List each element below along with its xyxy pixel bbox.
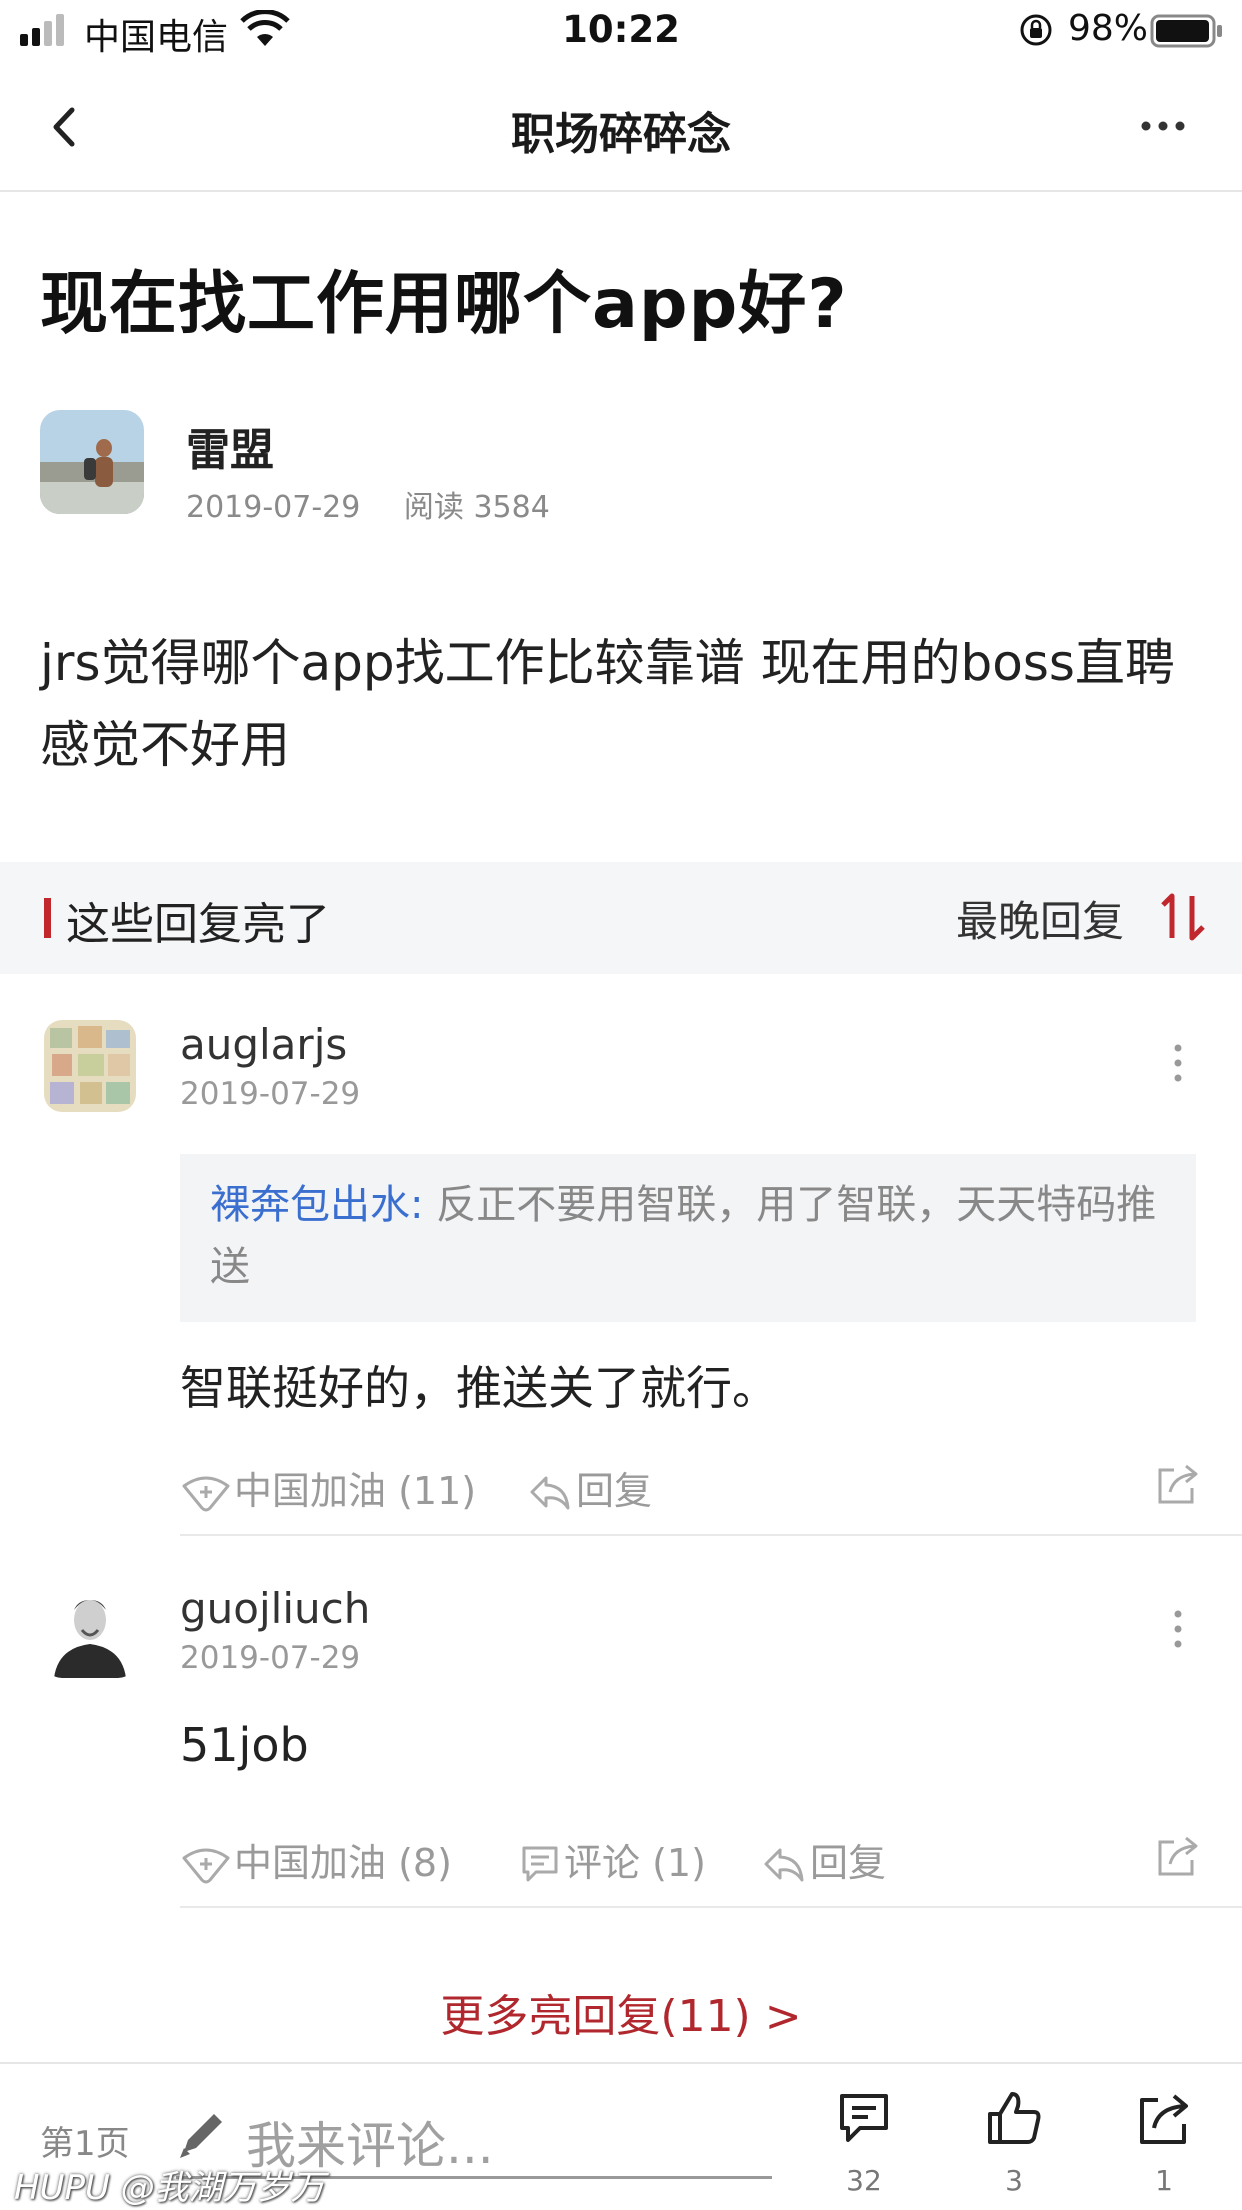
divider <box>180 1534 1242 1536</box>
likes-count: 3 <box>1005 2164 1023 2197</box>
light-icon <box>182 1476 230 1512</box>
comments-count: 32 <box>846 2164 882 2197</box>
share-icon[interactable] <box>1154 1460 1202 1508</box>
reply-text: 智联挺好的，推送关了就行。 <box>180 1361 778 1415</box>
light-button[interactable]: 中国加油 (8) <box>182 1832 452 1887</box>
comment-icon <box>522 1846 558 1882</box>
reply-username[interactable]: auglarjs <box>180 1020 347 1069</box>
author-avatar[interactable] <box>40 410 144 514</box>
orientation-lock-icon <box>1020 14 1052 46</box>
nav-bar: 职场碎碎念 <box>0 64 1242 192</box>
light-button[interactable]: 中国加油 (11) <box>182 1460 476 1515</box>
quoted-username[interactable]: 裸奔包出水: <box>210 1182 423 1228</box>
shares-count: 1 <box>1155 2164 1173 2197</box>
author-name[interactable]: 雷盟 <box>186 414 274 478</box>
battery-percent: 98% <box>1068 8 1149 49</box>
sort-icon[interactable] <box>1158 890 1208 944</box>
reply-avatar[interactable] <box>44 1586 136 1678</box>
page-title: 职场碎碎念 <box>511 109 731 160</box>
comment-count: 评论 (1) <box>564 1841 706 1885</box>
highlight-replies-header: 这些回复亮了 最晚回复 <box>0 862 1242 974</box>
read-count: 阅读 3584 <box>403 490 550 525</box>
post-title: 现在找工作用哪个app好? <box>40 265 848 344</box>
section-marker <box>44 898 51 938</box>
watermark: HUPU @我湖万岁万 <box>14 2168 325 2208</box>
reply-username[interactable]: guojliuch <box>180 1584 370 1633</box>
post-meta: 2019-07-29 阅读 3584 <box>186 482 584 526</box>
reply-label: 回复 <box>576 1469 653 1513</box>
comments-icon[interactable] <box>834 2088 894 2148</box>
reply-avatar[interactable] <box>44 1020 136 1112</box>
reply-more-icon[interactable] <box>1168 1040 1188 1086</box>
light-icon <box>182 1848 230 1884</box>
section-label: 这些回复亮了 <box>66 899 330 950</box>
reply-label: 回复 <box>810 1841 887 1885</box>
light-count: 中国加油 (11) <box>234 1469 477 1513</box>
divider <box>180 1906 1242 1908</box>
share-icon[interactable] <box>1134 2088 1194 2148</box>
reply-icon <box>764 1848 804 1882</box>
more-replies-link[interactable]: 更多亮回复(11) > <box>0 1980 1242 2044</box>
sort-button[interactable]: 最晚回复 <box>956 888 1124 949</box>
comment-button[interactable]: 评论 (1) <box>520 1832 706 1887</box>
share-icon[interactable] <box>1154 1832 1202 1880</box>
pencil-icon <box>180 2114 222 2158</box>
page-indicator[interactable]: 第1页 <box>40 2116 130 2165</box>
post-date: 2019-07-29 <box>186 490 361 525</box>
like-icon[interactable] <box>984 2088 1044 2148</box>
reply-text: 51job <box>180 1718 309 1772</box>
status-bar: 中国电信 10:22 98% <box>0 0 1242 64</box>
reply-more-icon[interactable] <box>1168 1606 1188 1652</box>
post-body: jrs觉得哪个app找工作比较靠谱 现在用的boss直聘感觉不好用 <box>40 634 1175 774</box>
more-options-icon[interactable] <box>1138 106 1188 146</box>
reply-date: 2019-07-29 <box>180 1640 361 1676</box>
clock: 10:22 <box>562 8 680 51</box>
light-count: 中国加油 (8) <box>234 1841 452 1885</box>
quoted-reply[interactable]: 裸奔包出水: 反正不要用智联，用了智联，天天特码推送 <box>180 1154 1196 1322</box>
reply-icon <box>530 1476 570 1510</box>
reply-date: 2019-07-29 <box>180 1076 361 1112</box>
reply-button[interactable]: 回复 <box>762 1832 886 1887</box>
reply-button[interactable]: 回复 <box>528 1460 652 1515</box>
battery-icon <box>1150 14 1222 48</box>
